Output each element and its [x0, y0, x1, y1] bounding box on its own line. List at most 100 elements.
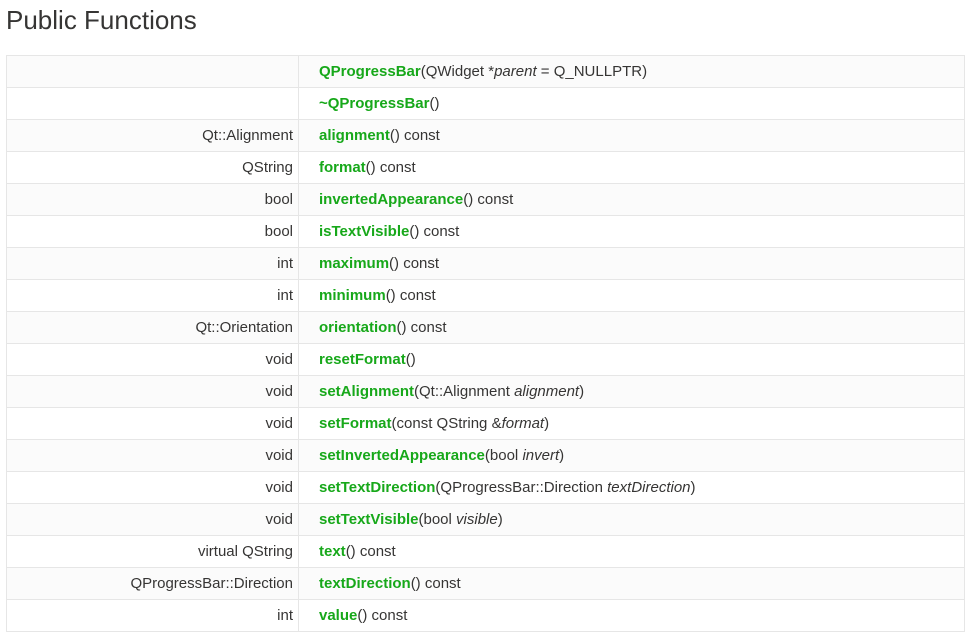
- signature-prefix: (bool: [484, 447, 523, 464]
- signature-prefix: (const QString &: [391, 415, 502, 432]
- function-link[interactable]: value: [319, 607, 357, 624]
- signature-prefix: () const: [463, 191, 514, 208]
- function-link[interactable]: resetFormat: [319, 351, 406, 368]
- function-link[interactable]: ~QProgressBar: [319, 95, 429, 112]
- function-signature: resetFormat(): [298, 343, 965, 376]
- section-heading: Public Functions: [6, 5, 197, 35]
- function-link[interactable]: text: [319, 543, 346, 560]
- function-signature: text() const: [298, 535, 965, 568]
- signature-suffix: ): [544, 415, 550, 432]
- table-row: int value() const: [6, 599, 965, 632]
- table-row: void setInvertedAppearance(bool invert): [6, 439, 965, 472]
- signature-prefix: (bool: [418, 511, 457, 528]
- function-signature: setAlignment(Qt::Alignment alignment): [298, 375, 965, 408]
- signature-suffix: ): [559, 447, 565, 464]
- function-link[interactable]: alignment: [319, 127, 390, 144]
- return-type: QProgressBar::Direction: [6, 567, 299, 600]
- function-link[interactable]: setTextVisible: [319, 511, 419, 528]
- function-signature: setFormat(const QString &format): [298, 407, 965, 440]
- function-signature: isTextVisible() const: [298, 215, 965, 248]
- table-row: virtual QString text() const: [6, 535, 965, 568]
- signature-prefix: () const: [396, 319, 447, 336]
- function-signature: setInvertedAppearance(bool invert): [298, 439, 965, 472]
- table-row: QProgressBar::Direction textDirection() …: [6, 567, 965, 600]
- function-link[interactable]: setInvertedAppearance: [319, 447, 485, 464]
- signature-suffix: ): [579, 383, 585, 400]
- function-signature: ~QProgressBar(): [298, 87, 965, 120]
- table-row: void setAlignment(Qt::Alignment alignmen…: [6, 375, 965, 408]
- table-row: QString format() const: [6, 151, 965, 184]
- signature-prefix: () const: [409, 223, 460, 240]
- param-name: textDirection: [607, 479, 691, 496]
- function-signature: setTextDirection(QProgressBar::Direction…: [298, 471, 965, 504]
- function-link[interactable]: textDirection: [319, 575, 411, 592]
- return-type: void: [6, 407, 299, 440]
- signature-prefix: () const: [345, 543, 396, 560]
- return-type: [6, 87, 299, 120]
- return-type: [6, 55, 299, 88]
- function-signature: setTextVisible(bool visible): [298, 503, 965, 536]
- function-link[interactable]: maximum: [319, 255, 389, 272]
- signature-prefix: () const: [410, 575, 461, 592]
- signature-suffix: ): [690, 479, 696, 496]
- signature-prefix: (Qt::Alignment: [414, 383, 515, 400]
- function-link[interactable]: isTextVisible: [319, 223, 409, 240]
- function-signature: minimum() const: [298, 279, 965, 312]
- function-signature: format() const: [298, 151, 965, 184]
- param-name: visible: [456, 511, 498, 528]
- param-name: alignment: [514, 383, 580, 400]
- function-signature: QProgressBar(QWidget *parent = Q_NULLPTR…: [298, 55, 965, 88]
- signature-prefix: () const: [389, 127, 440, 144]
- signature-prefix: () const: [365, 159, 416, 176]
- param-name: parent: [494, 63, 537, 80]
- function-link[interactable]: minimum: [319, 287, 386, 304]
- public-functions-table: QProgressBar(QWidget *parent = Q_NULLPTR…: [6, 55, 965, 632]
- return-type: bool: [6, 215, 299, 248]
- return-type: int: [6, 247, 299, 280]
- table-row: void setFormat(const QString &format): [6, 407, 965, 440]
- param-name: format: [501, 415, 545, 432]
- function-signature: orientation() const: [298, 311, 965, 344]
- param-name: invert: [522, 447, 560, 464]
- function-signature: alignment() const: [298, 119, 965, 152]
- return-type: QString: [6, 151, 299, 184]
- signature-prefix: () const: [385, 287, 436, 304]
- return-type: void: [6, 471, 299, 504]
- function-signature: maximum() const: [298, 247, 965, 280]
- signature-suffix: ): [497, 511, 503, 528]
- signature-prefix: (QProgressBar::Direction: [435, 479, 608, 496]
- function-link[interactable]: setFormat: [319, 415, 392, 432]
- function-signature: value() const: [298, 599, 965, 632]
- return-type: void: [6, 343, 299, 376]
- function-link[interactable]: format: [319, 159, 366, 176]
- signature-prefix: () const: [389, 255, 440, 272]
- table-row: int minimum() const: [6, 279, 965, 312]
- table-row: void resetFormat(): [6, 343, 965, 376]
- function-signature: textDirection() const: [298, 567, 965, 600]
- function-link[interactable]: QProgressBar: [319, 63, 421, 80]
- function-link[interactable]: setAlignment: [319, 383, 414, 400]
- return-type: int: [6, 599, 299, 632]
- table-row: bool invertedAppearance() const: [6, 183, 965, 216]
- return-type: bool: [6, 183, 299, 216]
- return-type: Qt::Alignment: [6, 119, 299, 152]
- table-row: void setTextVisible(bool visible): [6, 503, 965, 536]
- table-row: void setTextDirection(QProgressBar::Dire…: [6, 471, 965, 504]
- function-link[interactable]: invertedAppearance: [319, 191, 463, 208]
- table-row: int maximum() const: [6, 247, 965, 280]
- signature-suffix: = Q_NULLPTR): [536, 63, 648, 80]
- table-row: QProgressBar(QWidget *parent = Q_NULLPTR…: [6, 55, 965, 88]
- function-link[interactable]: orientation: [319, 319, 397, 336]
- return-type: void: [6, 375, 299, 408]
- return-type: int: [6, 279, 299, 312]
- function-signature: invertedAppearance() const: [298, 183, 965, 216]
- function-link[interactable]: setTextDirection: [319, 479, 435, 496]
- table-row: ~QProgressBar(): [6, 87, 965, 120]
- table-row: bool isTextVisible() const: [6, 215, 965, 248]
- signature-prefix: () const: [357, 607, 408, 624]
- return-type: void: [6, 503, 299, 536]
- table-row: Qt::Orientation orientation() const: [6, 311, 965, 344]
- return-type: virtual QString: [6, 535, 299, 568]
- return-type: void: [6, 439, 299, 472]
- signature-prefix: (QWidget *: [420, 63, 495, 80]
